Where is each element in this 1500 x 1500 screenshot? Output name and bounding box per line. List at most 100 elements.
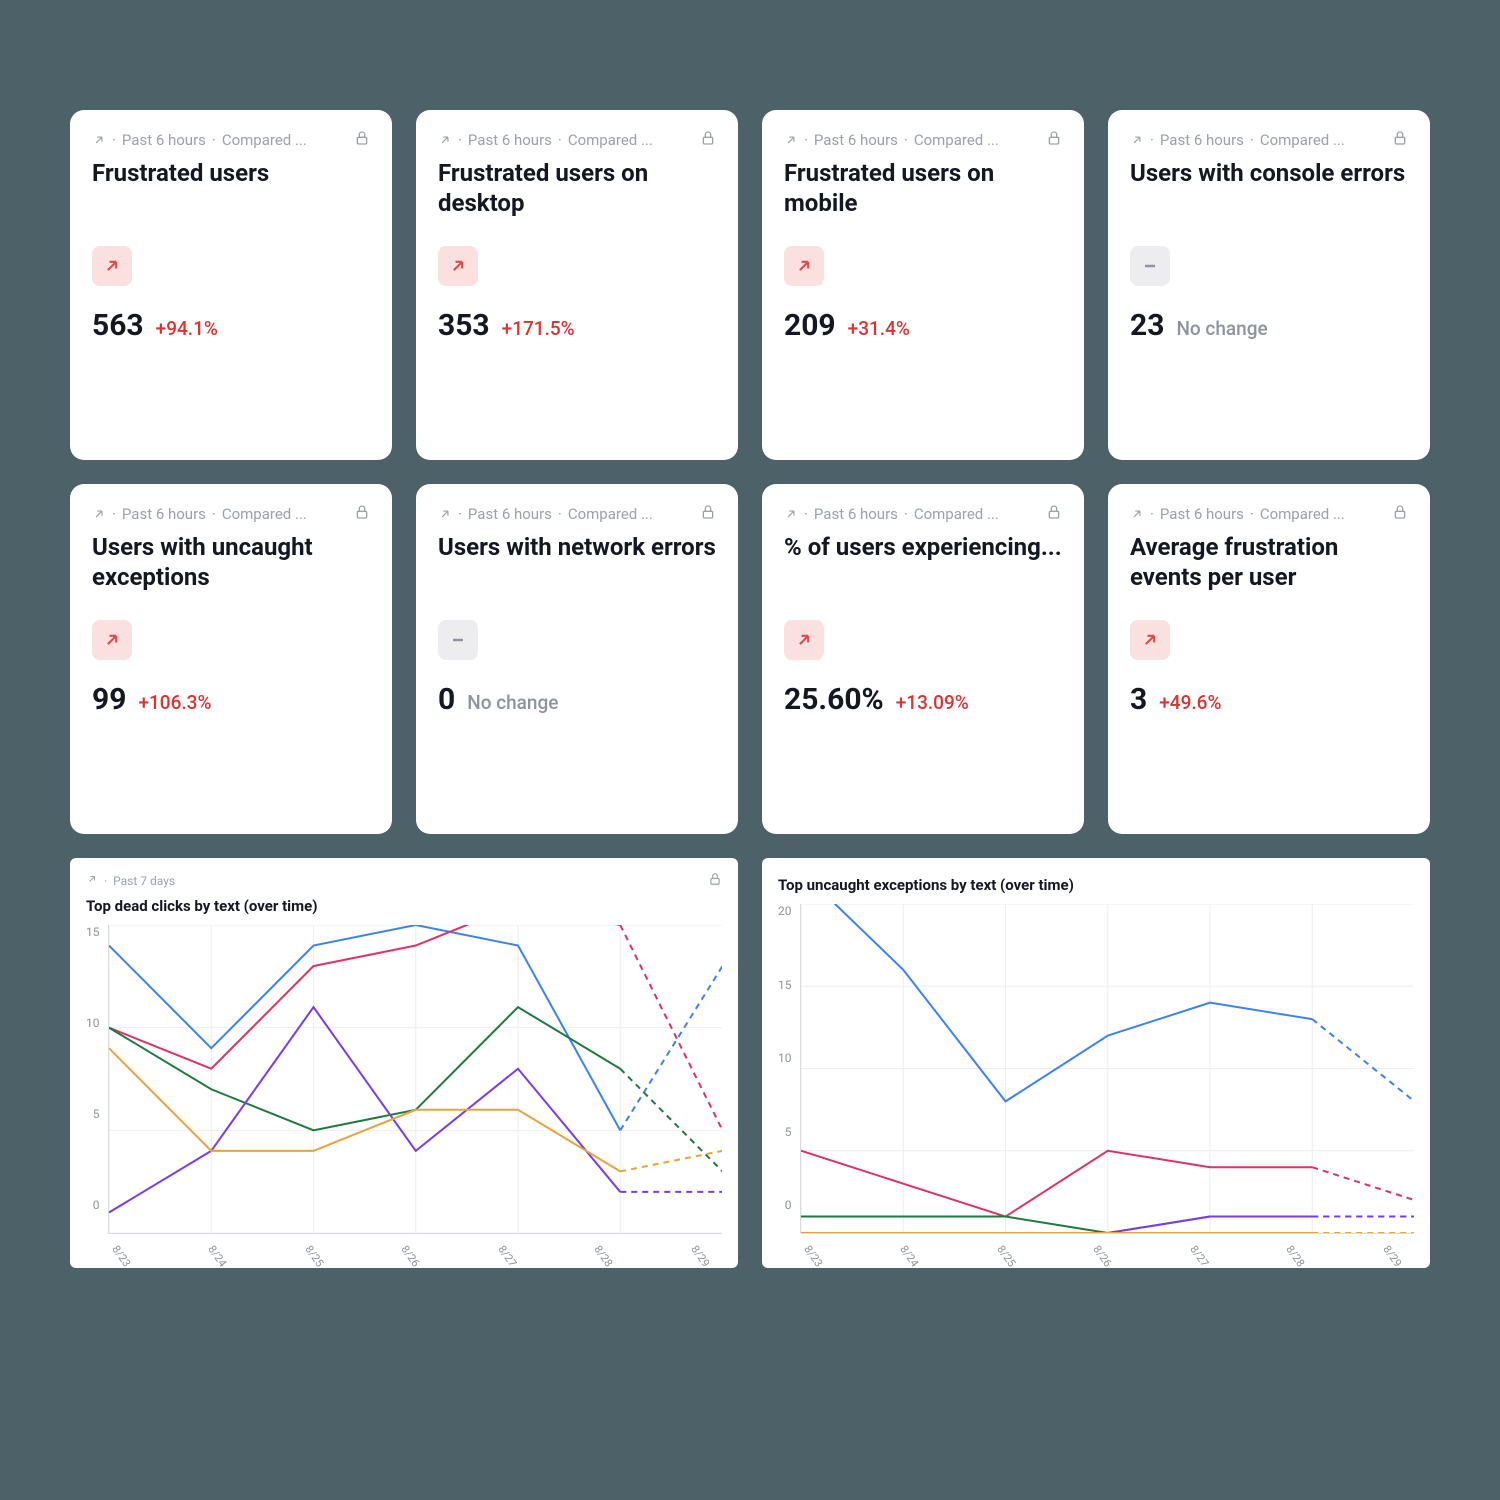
chart-y-axis: 151050 bbox=[86, 925, 108, 1234]
metric-title: Frustrated users on desktop bbox=[438, 158, 716, 220]
metric-value: 353 bbox=[438, 308, 490, 343]
charts-row: · Past 7 days Top dead clicks by text (o… bbox=[70, 858, 1430, 1268]
metric-delta: +94.1% bbox=[156, 317, 218, 340]
timeframe-label: Past 6 hours bbox=[1160, 131, 1244, 149]
y-tick-label: 10 bbox=[86, 1016, 100, 1030]
y-tick-label: 5 bbox=[785, 1125, 792, 1139]
card-meta: · Past 6 hours · Compared ... bbox=[92, 130, 370, 150]
lock-icon bbox=[354, 504, 370, 524]
metric-card[interactable]: ·Past 6 hours·Compared ...Frustrated use… bbox=[762, 110, 1084, 460]
trend-icon bbox=[92, 507, 106, 521]
timeframe-label: Past 6 hours bbox=[814, 505, 898, 523]
metric-card[interactable]: ·Past 6 hours·Compared ...Average frustr… bbox=[1108, 484, 1430, 834]
meta-sep: · bbox=[904, 505, 908, 523]
meta-sep: · bbox=[458, 505, 462, 523]
metric-value: 23 bbox=[1130, 308, 1164, 343]
metric-value: 25.60% bbox=[784, 682, 884, 717]
compared-label: Compared ... bbox=[222, 131, 307, 149]
card-meta: ·Past 6 hours·Compared ... bbox=[438, 130, 716, 150]
chart-plot-area[interactable] bbox=[800, 904, 1415, 1234]
metric-delta: No change bbox=[1176, 317, 1267, 340]
compared-label: Compared ... bbox=[914, 131, 999, 149]
y-tick-label: 10 bbox=[778, 1051, 792, 1065]
metric-card[interactable]: ·Past 6 hours·Compared ...Users with con… bbox=[1108, 110, 1430, 460]
x-tick-label: 8/25 bbox=[994, 1243, 1018, 1269]
lock-icon bbox=[354, 130, 370, 150]
lock-icon bbox=[708, 872, 722, 889]
trend-icon bbox=[784, 133, 798, 147]
lock-icon bbox=[1046, 130, 1062, 150]
chart-x-axis: 8/238/248/258/268/278/288/29 bbox=[778, 1234, 1414, 1256]
trend-icon bbox=[1130, 507, 1144, 521]
x-tick-label: 8/23 bbox=[109, 1243, 133, 1269]
lock-icon bbox=[700, 504, 716, 524]
metric-card[interactable]: ·Past 6 hours·Compared ...Frustrated use… bbox=[70, 110, 392, 460]
timeframe-label: Past 6 hours bbox=[1160, 505, 1244, 523]
metric-delta: +171.5% bbox=[502, 317, 575, 340]
x-tick-label: 8/27 bbox=[1187, 1243, 1211, 1269]
compared-label: Compared ... bbox=[568, 131, 653, 149]
x-tick-label: 8/23 bbox=[801, 1243, 825, 1269]
metric-card[interactable]: ·Past 6 hours·Compared ...Users with net… bbox=[416, 484, 738, 834]
card-meta: ·Past 6 hours·Compared ... bbox=[784, 130, 1062, 150]
lock-icon bbox=[1392, 130, 1408, 150]
compared-label: Compared ... bbox=[568, 505, 653, 523]
x-tick-label: 8/29 bbox=[1380, 1243, 1404, 1269]
metric-card[interactable]: ·Past 6 hours·Compared ...Frustrated use… bbox=[416, 110, 738, 460]
x-tick-label: 8/26 bbox=[1091, 1243, 1115, 1269]
metric-title: Average frustration events per user bbox=[1130, 532, 1408, 594]
trend-badge-flat bbox=[1130, 246, 1170, 286]
card-meta: · Past 6 hours · Compared ... bbox=[784, 504, 1062, 524]
x-tick-label: 8/28 bbox=[1284, 1243, 1308, 1269]
card-meta: ·Past 6 hours·Compared ... bbox=[438, 504, 716, 524]
x-tick-label: 8/28 bbox=[592, 1243, 616, 1269]
metric-delta: +13.09% bbox=[896, 691, 969, 714]
meta-sep: · bbox=[1150, 131, 1154, 149]
meta-sep: · bbox=[212, 131, 216, 149]
meta-sep: · bbox=[212, 505, 216, 523]
chart-y-axis: 20151050 bbox=[778, 904, 800, 1234]
trend-badge-up bbox=[1130, 620, 1170, 660]
metric-value: 563 bbox=[92, 308, 144, 343]
card-meta: ·Past 6 hours·Compared ... bbox=[92, 504, 370, 524]
x-tick-label: 8/26 bbox=[399, 1243, 423, 1269]
meta-sep: · bbox=[558, 131, 562, 149]
x-tick-label: 8/24 bbox=[206, 1243, 230, 1269]
metric-card[interactable]: ·Past 6 hours·Compared ...Users with unc… bbox=[70, 484, 392, 834]
trend-icon bbox=[438, 133, 452, 147]
y-tick-label: 5 bbox=[93, 1107, 100, 1121]
trend-badge-up bbox=[784, 620, 824, 660]
trend-icon bbox=[1130, 133, 1144, 147]
trend-icon bbox=[92, 133, 106, 147]
card-meta: ·Past 6 hours·Compared ... bbox=[1130, 504, 1408, 524]
metric-value: 3 bbox=[1130, 682, 1147, 717]
metric-delta: +106.3% bbox=[138, 691, 211, 714]
metric-title: Frustrated users on mobile bbox=[784, 158, 1062, 220]
trend-badge-up bbox=[784, 246, 824, 286]
trend-badge-up bbox=[92, 246, 132, 286]
meta-sep: · bbox=[904, 131, 908, 149]
y-tick-label: 15 bbox=[778, 978, 792, 992]
metric-card[interactable]: · Past 6 hours · Compared ... % of users exp… bbox=[762, 484, 1084, 834]
lock-icon bbox=[700, 130, 716, 150]
meta-sep: · bbox=[1250, 505, 1254, 523]
x-tick-label: 8/29 bbox=[688, 1243, 712, 1269]
trend-icon bbox=[438, 507, 452, 521]
card-meta: ·Past 6 hours·Compared ... bbox=[1130, 130, 1408, 150]
timeframe-label: Past 6 hours bbox=[122, 131, 206, 149]
compared-label: Compared ... bbox=[914, 505, 999, 523]
chart-card-dead-clicks[interactable]: · Past 7 days Top dead clicks by text (o… bbox=[70, 858, 738, 1268]
chart-card-uncaught-exceptions[interactable]: Top uncaught exceptions by text (over ti… bbox=[762, 858, 1430, 1268]
x-tick-label: 8/25 bbox=[302, 1243, 326, 1269]
y-tick-label: 0 bbox=[93, 1198, 100, 1212]
chart-x-axis: 8/238/248/258/268/278/288/29 bbox=[86, 1234, 722, 1256]
meta-sep: · bbox=[804, 505, 808, 523]
timeframe-label: Past 6 hours bbox=[122, 505, 206, 523]
meta-sep: · bbox=[112, 131, 116, 149]
x-tick-label: 8/27 bbox=[495, 1243, 519, 1269]
metric-title: Users with network errors bbox=[438, 532, 716, 594]
metric-title: % of users experiencing... bbox=[784, 532, 1062, 594]
chart-plot-area[interactable] bbox=[108, 925, 723, 1234]
x-tick-label: 8/24 bbox=[898, 1243, 922, 1269]
metric-title: Users with uncaught exceptions bbox=[92, 532, 370, 594]
